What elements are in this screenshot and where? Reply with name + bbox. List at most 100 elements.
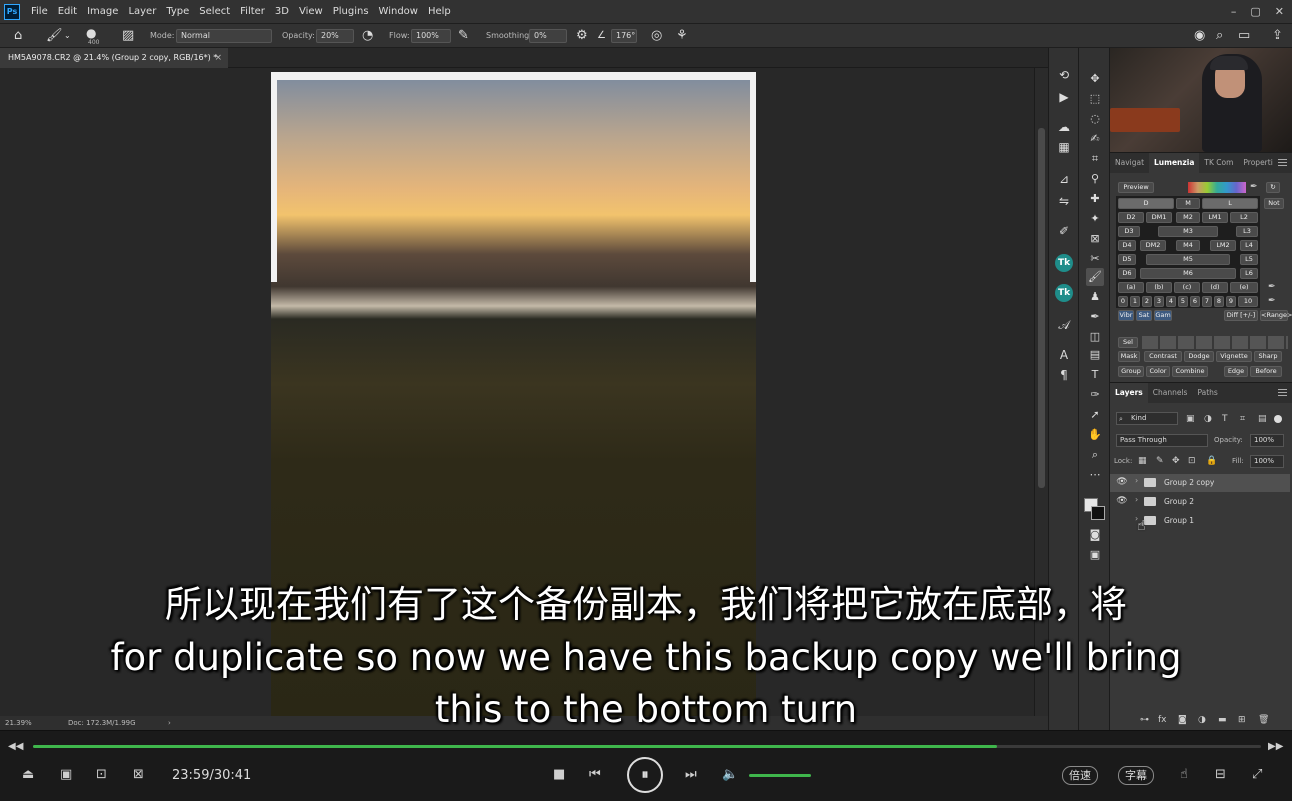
search-icon[interactable]: ⌕	[1216, 28, 1223, 44]
btn-edge[interactable]: Edge	[1224, 366, 1248, 377]
btn-dm1[interactable]: DM1	[1146, 212, 1172, 223]
pressure-size-icon[interactable]: ◎	[651, 28, 662, 44]
actions-play-icon[interactable]: ▶	[1055, 88, 1073, 106]
btn-3[interactable]: 3	[1154, 296, 1164, 307]
layers-menu-icon[interactable]	[1278, 389, 1287, 396]
btn-l6[interactable]: L6	[1240, 268, 1258, 279]
eye-hidden-icon[interactable]: 👁	[1116, 515, 1128, 525]
history-icon[interactable]: ⟲	[1055, 66, 1073, 84]
btn-not[interactable]: Not	[1264, 198, 1284, 209]
btn-l2[interactable]: L2	[1230, 212, 1258, 223]
background-color-swatch[interactable]	[1091, 506, 1105, 520]
chevron-down-icon[interactable]: ⌄	[64, 28, 71, 44]
brush-panel-icon[interactable]: ✐	[1055, 222, 1073, 240]
btn-6[interactable]: 6	[1190, 296, 1200, 307]
btn-group[interactable]: Group	[1118, 366, 1144, 377]
btn-range[interactable]: <Range>	[1260, 310, 1292, 321]
btn-dm2[interactable]: DM2	[1140, 240, 1166, 251]
fill-input[interactable]: 100%	[1250, 455, 1284, 468]
stop-icon[interactable]: ■	[553, 767, 565, 783]
cast-icon[interactable]: ⊠	[133, 767, 144, 783]
marquee-tool-icon[interactable]: ⬚	[1086, 90, 1104, 108]
transform-tool-icon[interactable]: ✂	[1086, 250, 1104, 268]
filter-smart-icon[interactable]: ▤	[1258, 413, 1267, 425]
btn-d2[interactable]: D2	[1118, 212, 1144, 223]
btn-l4[interactable]: L4	[1240, 240, 1258, 251]
btn-m2[interactable]: M2	[1176, 212, 1200, 223]
tk-panel-icon-2[interactable]: Tk	[1055, 284, 1073, 302]
flow-input[interactable]: 100%	[411, 29, 451, 43]
btn-l[interactable]: L	[1202, 198, 1258, 209]
glyphs-icon[interactable]: 𝒜	[1055, 316, 1073, 334]
home-icon[interactable]: ⌂	[14, 28, 22, 44]
btn-m6[interactable]: M6	[1140, 268, 1236, 279]
quick-mask-icon[interactable]: ◙	[1086, 526, 1104, 544]
brush-settings-icon[interactable]: ▨	[122, 28, 134, 44]
eyedropper-tool-icon[interactable]: ⚲	[1086, 170, 1104, 188]
btn-gam[interactable]: Gam	[1154, 310, 1172, 321]
screenshot-icon[interactable]: ⊡	[96, 767, 107, 783]
close-tab-icon[interactable]: ×	[214, 48, 222, 68]
btn-4[interactable]: 4	[1166, 296, 1176, 307]
eye-icon[interactable]: 👁	[1116, 496, 1128, 506]
filter-pixel-icon[interactable]: ▣	[1186, 413, 1195, 425]
menu-file[interactable]: File	[26, 0, 53, 24]
tab-lumenzia[interactable]: Lumenzia	[1149, 153, 1200, 173]
menu-help[interactable]: Help	[423, 0, 456, 24]
patch-tool-icon[interactable]: ✦	[1086, 210, 1104, 228]
tab-properties[interactable]: Properti	[1238, 153, 1277, 173]
airbrush-icon[interactable]: ✎	[458, 28, 469, 44]
gesture-icon[interactable]: ☝	[1180, 767, 1188, 783]
history-brush-tool-icon[interactable]: ✒	[1086, 308, 1104, 326]
pressure-opacity-icon[interactable]: ◔	[362, 28, 373, 44]
lock-all-icon[interactable]: 🔒	[1206, 455, 1217, 467]
btn-2[interactable]: 2	[1142, 296, 1152, 307]
btn-10[interactable]: 10	[1238, 296, 1258, 307]
btn-sharp[interactable]: Sharp	[1254, 351, 1282, 362]
tab-paths[interactable]: Paths	[1192, 383, 1222, 403]
subtitle-button[interactable]: 字幕	[1118, 766, 1154, 785]
healing-tool-icon[interactable]: ✚	[1086, 190, 1104, 208]
btn-c[interactable]: (c)	[1174, 282, 1200, 293]
quick-select-tool-icon[interactable]: ✍	[1086, 130, 1104, 148]
menu-image[interactable]: Image	[82, 0, 123, 24]
frame-tool-icon[interactable]: ⊠	[1086, 230, 1104, 248]
eye-icon[interactable]: 👁	[1116, 477, 1128, 487]
gradient-tool-icon[interactable]: ▤	[1086, 346, 1104, 364]
previous-icon[interactable]: ⏮	[589, 767, 601, 783]
lasso-tool-icon[interactable]: ◌	[1086, 110, 1104, 128]
smoothing-input[interactable]: 0%	[529, 29, 567, 43]
brush-tool-icon[interactable]: 🖌	[46, 28, 63, 44]
filter-toggle-icon[interactable]	[1274, 415, 1282, 423]
paragraph-icon[interactable]: ¶	[1055, 366, 1073, 384]
menu-plugins[interactable]: Plugins	[328, 0, 374, 24]
btn-sat[interactable]: Sat	[1136, 310, 1152, 321]
btn-m3[interactable]: M3	[1158, 226, 1218, 237]
btn-5[interactable]: 5	[1178, 296, 1188, 307]
btn-color[interactable]: Color	[1146, 366, 1170, 377]
btn-dodge[interactable]: Dodge	[1184, 351, 1214, 362]
menu-edit[interactable]: Edit	[53, 0, 82, 24]
share-icon[interactable]: ⇪	[1272, 28, 1283, 44]
btn-0[interactable]: 0	[1118, 296, 1128, 307]
lock-position-icon[interactable]: ✥	[1172, 455, 1180, 467]
menu-view[interactable]: View	[294, 0, 328, 24]
btn-contrast[interactable]: Contrast	[1144, 351, 1182, 362]
blend-mode-select[interactable]: Pass Through	[1116, 434, 1208, 447]
btn-lm2[interactable]: LM2	[1210, 240, 1236, 251]
btn-vibr[interactable]: Vibr	[1118, 310, 1134, 321]
btn-diff[interactable]: Diff [+/-]	[1224, 310, 1258, 321]
btn-mask[interactable]: Mask	[1118, 351, 1140, 362]
speed-button[interactable]: 倍速	[1062, 766, 1098, 785]
btn-d[interactable]: D	[1118, 198, 1174, 209]
btn-d6[interactable]: D6	[1118, 268, 1136, 279]
eject-icon[interactable]: ⏏	[22, 767, 34, 783]
btn-lm1[interactable]: LM1	[1202, 212, 1228, 223]
move-tool-icon[interactable]: ✥	[1086, 70, 1104, 88]
crop-tool-icon[interactable]: ⌗	[1086, 150, 1104, 168]
btn-d-paren[interactable]: (d)	[1202, 282, 1228, 293]
menu-select[interactable]: Select	[194, 0, 235, 24]
close-window-button[interactable]: ✕	[1275, 0, 1284, 24]
btn-before[interactable]: Before	[1250, 366, 1282, 377]
opacity-input[interactable]: 20%	[316, 29, 354, 43]
